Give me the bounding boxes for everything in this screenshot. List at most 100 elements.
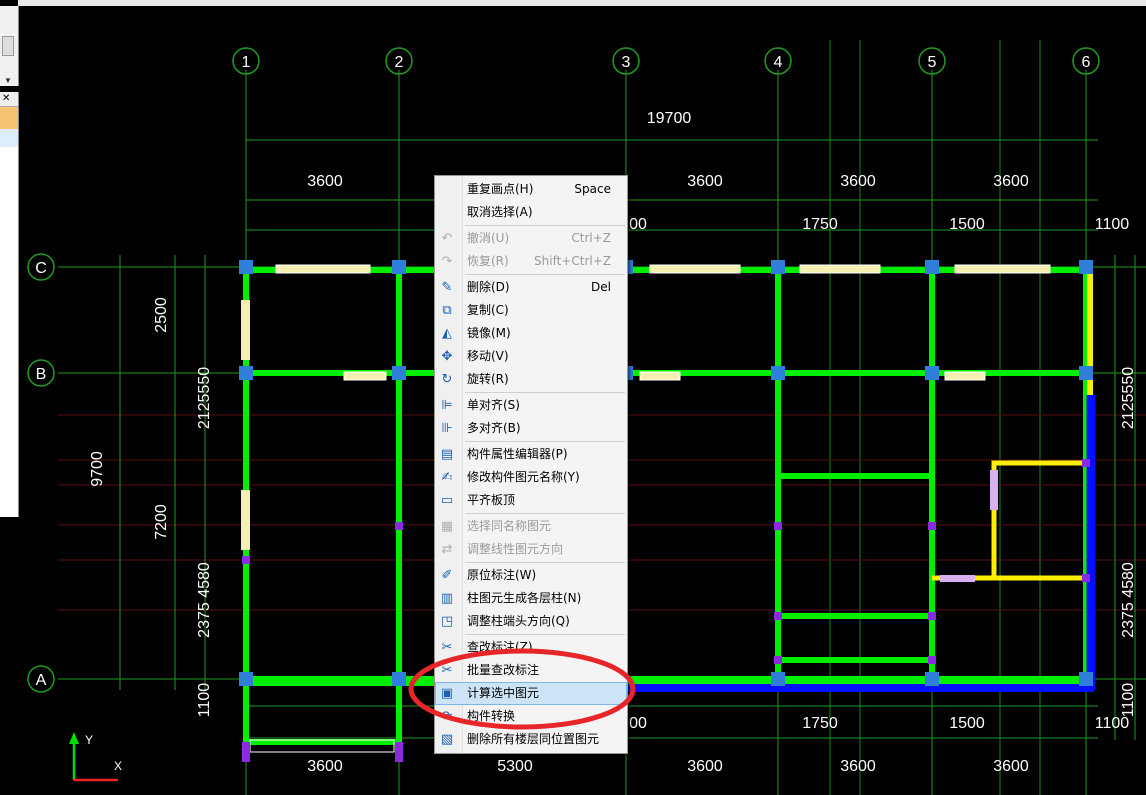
window-opening[interactable]	[954, 264, 1051, 274]
property-editor-icon: ▤	[440, 447, 454, 462]
column[interactable]	[925, 672, 939, 686]
close-icon[interactable]: ✕	[0, 92, 18, 107]
column-small[interactable]	[928, 656, 936, 664]
left-scroll-panel[interactable]: ▼	[0, 6, 19, 86]
axis-label-C: C	[35, 260, 47, 277]
column-layers-icon: ▥	[440, 591, 454, 606]
batch-annotation-icon: ✂	[441, 663, 453, 678]
column-small[interactable]	[1082, 574, 1090, 582]
beam-yellow[interactable]	[991, 460, 1084, 578]
window-opening[interactable]	[799, 264, 881, 274]
column-small[interactable]	[395, 522, 403, 530]
window-opening[interactable]	[241, 300, 250, 360]
column[interactable]	[925, 260, 939, 274]
menu-item-7[interactable]: ⧉ 复制(C)	[435, 299, 627, 322]
column-small[interactable]	[242, 556, 250, 564]
column-small[interactable]	[774, 656, 782, 664]
menu-item-27[interactable]: ✂ 批量查改标注	[435, 659, 627, 682]
menu-item-4[interactable]: ↷ 恢复(R) Shift+Ctrl+Z	[435, 250, 627, 273]
window-opening[interactable]	[649, 264, 741, 274]
menu-item-10[interactable]: ↻ 旋转(R)	[435, 368, 627, 391]
window-opening[interactable]	[639, 371, 681, 381]
menu-separator	[465, 274, 625, 275]
column-small[interactable]	[395, 742, 403, 762]
column[interactable]	[1079, 260, 1093, 274]
menu-item-26[interactable]: ✂ 查改标注(Z)	[435, 636, 627, 659]
door-opening[interactable]	[990, 470, 998, 510]
convert-icon: ⟳	[441, 709, 453, 724]
menu-item-label: 构件转换	[467, 709, 516, 723]
menu-item-label: 移动(V)	[467, 349, 509, 363]
menu-item-label: 调整柱端头方向(Q)	[467, 614, 570, 628]
walls[interactable]	[243, 267, 1089, 745]
column[interactable]	[771, 260, 785, 274]
menu-item-6[interactable]: ✎ 删除(D) Del	[435, 276, 627, 299]
window-opening[interactable]	[944, 371, 986, 381]
column[interactable]	[925, 366, 939, 380]
ucs-x-label: X	[114, 759, 122, 773]
list-item-selected[interactable]	[0, 107, 18, 129]
menu-item-16[interactable]: ✍ 修改构件图元名称(Y)	[435, 466, 627, 489]
column[interactable]	[1079, 672, 1093, 686]
column[interactable]	[392, 366, 406, 380]
left-property-list[interactable]: ✕	[0, 92, 19, 517]
scroll-down-icon[interactable]: ▼	[4, 76, 12, 85]
dim-top: 3600	[307, 173, 343, 190]
column[interactable]	[392, 260, 406, 274]
column[interactable]	[392, 672, 406, 686]
column-small[interactable]	[928, 612, 936, 620]
menu-item-label: 取消选择(A)	[467, 205, 533, 219]
column[interactable]	[239, 260, 253, 274]
menu-item-9[interactable]: ✥ 移动(V)	[435, 345, 627, 368]
menu-item-22[interactable]: ✐ 原位标注(W)	[435, 564, 627, 587]
menu-item-13[interactable]: ⊪ 多对齐(B)	[435, 417, 627, 440]
menu-item-30[interactable]: ▧ 删除所有楼层同位置图元	[435, 728, 627, 751]
menu-item-24[interactable]: ◳ 调整柱端头方向(Q)	[435, 610, 627, 633]
column-small[interactable]	[774, 612, 782, 620]
column-small[interactable]	[1082, 459, 1090, 467]
dim-left-inner: 1100	[196, 683, 213, 718]
menu-item-17[interactable]: ▭ 平齐板顶	[435, 489, 627, 512]
menu-item-8[interactable]: ◭ 镜像(M)	[435, 322, 627, 345]
menu-item-1[interactable]: 取消选择(A)	[435, 201, 627, 224]
menu-separator	[465, 562, 625, 563]
menu-item-23[interactable]: ▥ 柱图元生成各层柱(N)	[435, 587, 627, 610]
dim-right-inner: 1100	[1120, 683, 1137, 718]
window-opening[interactable]	[275, 264, 371, 274]
column[interactable]	[239, 366, 253, 380]
menu-separator	[465, 225, 625, 226]
menu-item-0[interactable]: 重复画点(H) Space	[435, 178, 627, 201]
single-align-icon: ⊫	[441, 398, 453, 413]
dim-left-inner: 2375 4580	[196, 562, 213, 638]
door-opening[interactable]	[940, 575, 975, 582]
context-menu[interactable]: 重复画点(H) Space 取消选择(A) ↶ 撤消(U) Ctrl+Z ↷ 恢复(R) Shi…	[434, 175, 628, 754]
menu-item-3[interactable]: ↶ 撤消(U) Ctrl+Z	[435, 227, 627, 250]
ucs-icon: YX	[69, 732, 122, 782]
menu-item-28[interactable]: ▣ 计算选中图元	[435, 682, 627, 705]
column[interactable]	[1079, 366, 1093, 380]
column[interactable]	[771, 672, 785, 686]
annotate-icon: ✐	[441, 568, 453, 583]
menu-item-19[interactable]: ▦ 选择同名称图元	[435, 515, 627, 538]
menu-item-15[interactable]: ▤ 构件属性编辑器(P)	[435, 443, 627, 466]
menu-item-29[interactable]: ⟳ 构件转换	[435, 705, 627, 728]
list-item[interactable]	[0, 129, 18, 147]
menu-item-shortcut: Ctrl+Z	[571, 231, 611, 245]
menu-item-20[interactable]: ⇄ 调整线性图元方向	[435, 538, 627, 561]
menu-item-label: 删除所有楼层同位置图元	[467, 732, 600, 746]
window-opening[interactable]	[241, 490, 250, 550]
axis-label-1: 1	[242, 54, 251, 71]
column[interactable]	[239, 672, 253, 686]
scroll-thumb[interactable]	[2, 36, 14, 56]
menu-item-label: 构件属性编辑器(P)	[467, 447, 568, 461]
column[interactable]	[771, 366, 785, 380]
column-small[interactable]	[242, 742, 250, 762]
rotate-icon: ↻	[441, 372, 453, 387]
column-end-icon: ◳	[440, 614, 454, 629]
column-small[interactable]	[774, 522, 782, 530]
menu-item-12[interactable]: ⊫ 单对齐(S)	[435, 394, 627, 417]
column-small[interactable]	[928, 522, 936, 530]
window-opening[interactable]	[343, 371, 387, 381]
dim-top: 3600	[840, 173, 876, 190]
menu-item-label: 复制(C)	[467, 303, 509, 317]
